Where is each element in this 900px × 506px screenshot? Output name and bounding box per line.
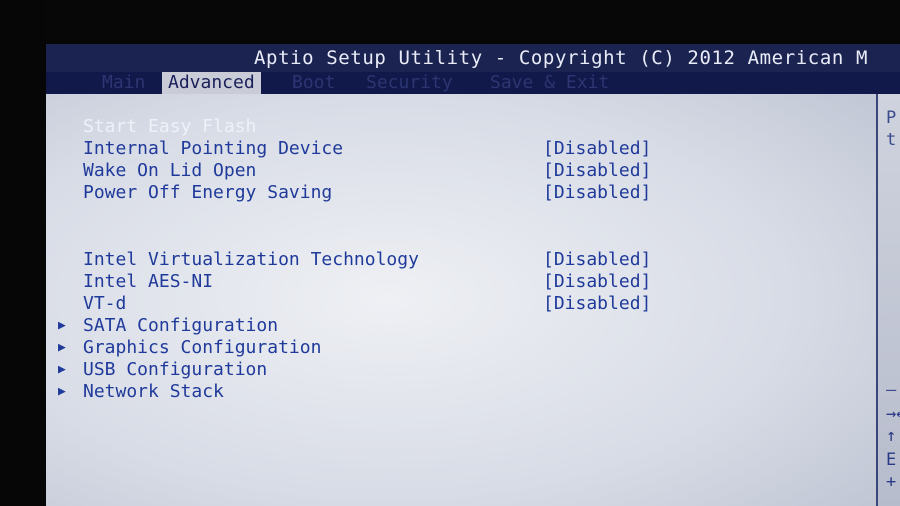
- monitor-bezel-left: [0, 0, 46, 506]
- setting-label: Power Off Energy Saving: [83, 182, 333, 203]
- setting-label: Intel Virtualization Technology: [83, 249, 419, 270]
- help-text-line: t: [886, 130, 897, 150]
- setting-label: VT-d: [83, 293, 127, 314]
- submenu-label: SATA Configuration: [83, 315, 279, 336]
- setting-label: Intel AES-NI: [83, 271, 214, 292]
- setting-value[interactable]: [Disabled]: [543, 271, 651, 293]
- settings-list: Start Easy Flash Internal Pointing Devic…: [58, 102, 870, 506]
- tab-security[interactable]: Security: [360, 72, 459, 94]
- help-panel: P t — →← ↑ E +: [878, 94, 900, 506]
- right-triangle-icon: ▶: [58, 384, 66, 399]
- setting-value[interactable]: [Disabled]: [543, 293, 651, 315]
- tab-bar: Main Advanced Boot Security Save & Exit: [46, 72, 900, 94]
- key-hint-enter: E: [886, 450, 897, 470]
- submenu-sata-configuration[interactable]: ▶ SATA Configuration: [58, 315, 870, 337]
- setting-power-off-energy-saving[interactable]: Power Off Energy Saving [Disabled]: [58, 182, 870, 204]
- setting-intel-aes-ni[interactable]: Intel AES-NI [Disabled]: [58, 271, 870, 293]
- setting-wake-on-lid-open[interactable]: Wake On Lid Open [Disabled]: [58, 160, 870, 182]
- window-title: Aptio Setup Utility - Copyright (C) 2012…: [254, 47, 868, 69]
- setting-label: Wake On Lid Open: [83, 160, 257, 181]
- right-triangle-icon: ▶: [58, 362, 66, 377]
- tab-boot[interactable]: Boot: [286, 72, 341, 94]
- submenu-network-stack[interactable]: ▶ Network Stack: [58, 381, 870, 403]
- setting-value[interactable]: [Disabled]: [543, 138, 651, 160]
- tab-advanced[interactable]: Advanced: [162, 72, 261, 94]
- submenu-label: Graphics Configuration: [83, 337, 322, 358]
- setting-label: Start Easy Flash: [83, 116, 257, 137]
- key-hint-select-item: ↑: [886, 426, 897, 446]
- bios-screen: Aptio Setup Utility - Copyright (C) 2012…: [46, 44, 900, 506]
- help-separator: —: [886, 380, 897, 400]
- title-bar: Aptio Setup Utility - Copyright (C) 2012…: [46, 44, 900, 72]
- setting-value[interactable]: [Disabled]: [543, 249, 651, 271]
- submenu-label: USB Configuration: [83, 359, 268, 380]
- setting-label: Internal Pointing Device: [83, 138, 344, 159]
- setting-start-easy-flash[interactable]: Start Easy Flash: [58, 116, 870, 138]
- tab-save-exit[interactable]: Save & Exit: [484, 72, 615, 94]
- submenu-usb-configuration[interactable]: ▶ USB Configuration: [58, 359, 870, 381]
- right-triangle-icon: ▶: [58, 340, 66, 355]
- key-hint-change: +: [886, 472, 897, 492]
- right-triangle-icon: ▶: [58, 318, 66, 333]
- setting-intel-virtualization[interactable]: Intel Virtualization Technology [Disable…: [58, 249, 870, 271]
- help-text-line: P: [886, 108, 897, 128]
- tab-main[interactable]: Main: [96, 72, 151, 94]
- monitor-bezel-top: [0, 0, 900, 44]
- submenu-graphics-configuration[interactable]: ▶ Graphics Configuration: [58, 337, 870, 359]
- key-hint-select-screen: →←: [886, 404, 900, 424]
- setting-internal-pointing-device[interactable]: Internal Pointing Device [Disabled]: [58, 138, 870, 160]
- setting-value[interactable]: [Disabled]: [543, 182, 651, 204]
- setting-value[interactable]: [Disabled]: [543, 160, 651, 182]
- submenu-label: Network Stack: [83, 381, 224, 402]
- setting-vt-d[interactable]: VT-d [Disabled]: [58, 293, 870, 315]
